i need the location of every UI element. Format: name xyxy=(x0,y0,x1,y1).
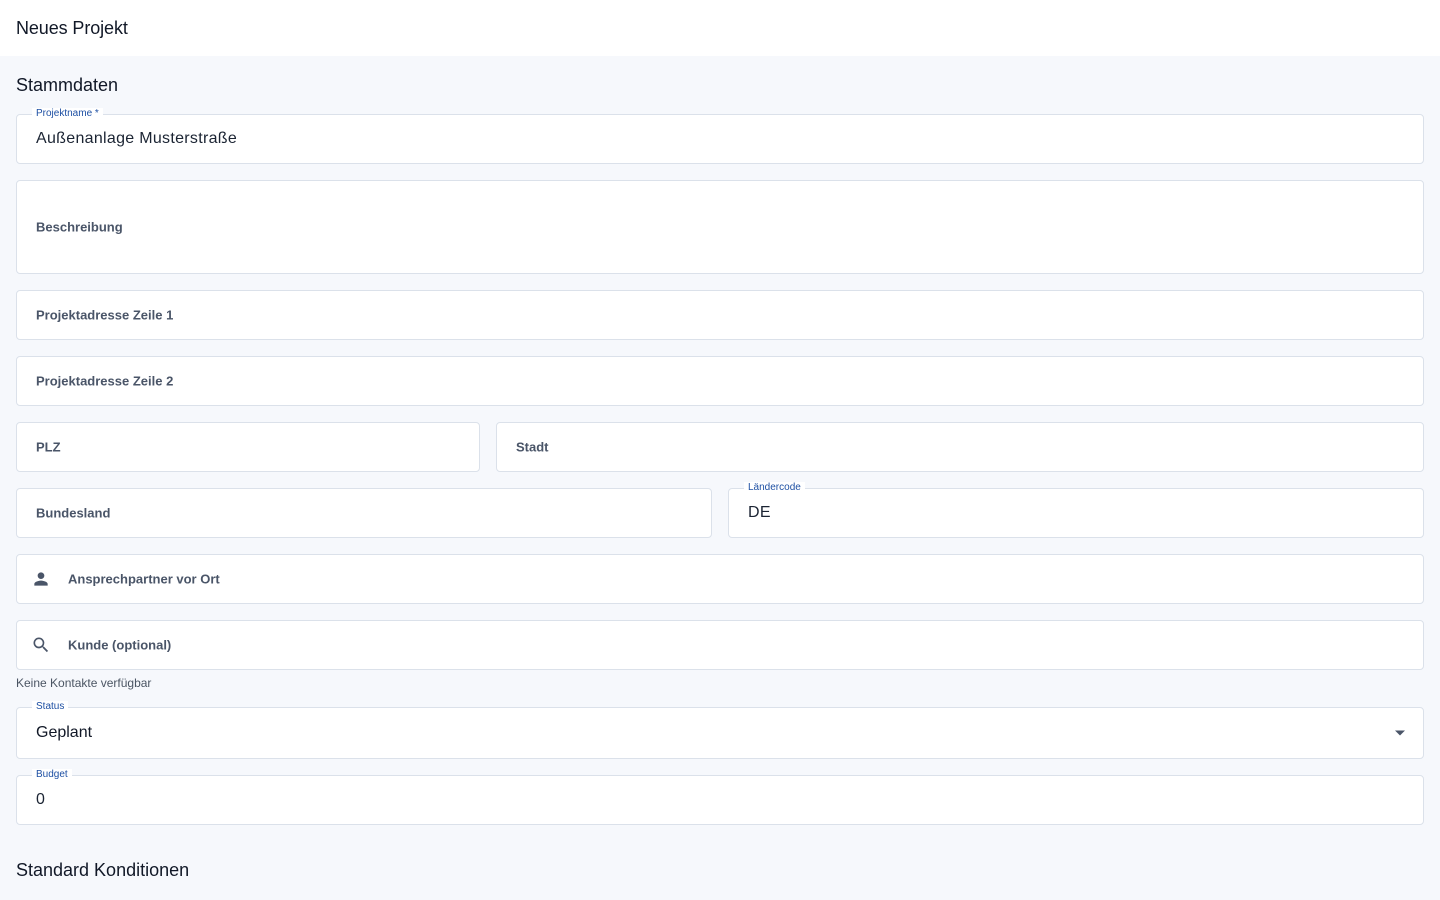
kunde-search-field[interactable]: Kunde (optional) xyxy=(16,620,1424,670)
laendercode-label: Ländercode xyxy=(744,482,805,494)
ansprechpartner-label: Ansprechpartner vor Ort xyxy=(68,571,220,587)
adresse-zeile-1-field[interactable]: Projektadresse Zeile 1 xyxy=(16,290,1424,340)
status-label: Status xyxy=(32,701,69,713)
bundesland-label: Bundesland xyxy=(36,505,111,521)
status-select[interactable]: Status Geplant xyxy=(16,701,1424,759)
kunde-helper-text: Keine Kontakte verfügbar xyxy=(16,676,152,690)
adresse-zeile-2-field[interactable]: Projektadresse Zeile 2 xyxy=(16,356,1424,406)
laendercode-value: DE xyxy=(748,504,771,521)
adresse-zeile-2-label: Projektadresse Zeile 2 xyxy=(36,373,174,389)
bundesland-field[interactable]: Bundesland xyxy=(16,488,712,538)
stadt-label: Stadt xyxy=(516,439,549,455)
beschreibung-label: Beschreibung xyxy=(36,219,123,235)
budget-label: Budget xyxy=(32,769,72,781)
budget-value: 0 xyxy=(36,791,46,808)
status-value: Geplant xyxy=(36,724,93,741)
ansprechpartner-field[interactable]: Ansprechpartner vor Ort xyxy=(16,554,1424,604)
laendercode-field[interactable]: Ländercode DE xyxy=(728,482,1424,538)
section-title-konditionen: Standard Konditionen xyxy=(16,860,190,880)
adresse-zeile-1-label: Projektadresse Zeile 1 xyxy=(36,307,174,323)
search-icon xyxy=(31,635,51,655)
person-icon xyxy=(31,569,51,589)
chevron-down-icon[interactable] xyxy=(1395,730,1405,736)
top-bar: Neues Projekt xyxy=(0,0,1440,56)
kunde-label: Kunde (optional) xyxy=(68,637,172,653)
plz-label: PLZ xyxy=(36,439,61,455)
projektname-field[interactable]: Projektname * Außenanlage Musterstraße xyxy=(16,108,1424,164)
plz-field[interactable]: PLZ xyxy=(16,422,480,472)
projektname-label: Projektname * xyxy=(32,108,103,120)
section-title-stammdaten: Stammdaten xyxy=(16,75,119,95)
budget-field[interactable]: Budget 0 xyxy=(16,769,1424,825)
projektname-value: Außenanlage Musterstraße xyxy=(36,130,238,147)
beschreibung-field[interactable]: Beschreibung xyxy=(16,180,1424,274)
stadt-field[interactable]: Stadt xyxy=(496,422,1424,472)
page-title: Neues Projekt xyxy=(16,18,128,38)
